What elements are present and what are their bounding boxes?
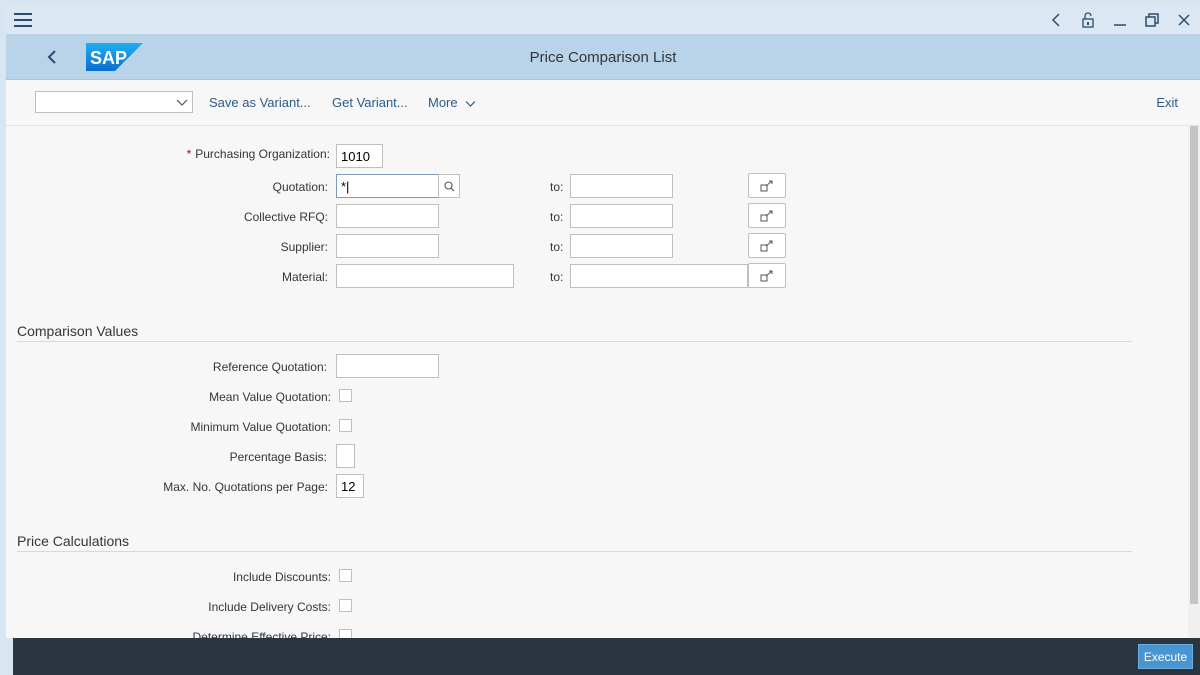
more-label: More: [428, 95, 458, 110]
quotation-from-input[interactable]: *|: [336, 174, 439, 198]
mean-value-quotation-label: Mean Value Quotation:: [209, 390, 331, 404]
multiple-selection-icon: [760, 240, 773, 251]
collective-rfq-to-label: to:: [550, 210, 564, 224]
scrollbar-thumb[interactable]: [1190, 126, 1198, 604]
include-discounts-checkbox[interactable]: [339, 569, 352, 582]
window-controls: [1040, 6, 1200, 34]
collective-rfq-label: Collective RFQ:: [243, 210, 328, 224]
material-to-label: to:: [550, 270, 564, 284]
purch-org-input[interactable]: 1010: [336, 144, 383, 168]
max-quotations-input[interactable]: 12: [336, 474, 364, 498]
comparison-values-heading: Comparison Values: [17, 323, 139, 339]
supplier-to-input[interactable]: [570, 234, 673, 258]
percentage-basis-input[interactable]: [336, 444, 355, 468]
reference-quotation-label: Reference Quotation:: [212, 360, 327, 374]
quotation-label: Quotation:: [272, 180, 328, 194]
price-calculations-heading: Price Calculations: [17, 533, 130, 549]
shell-header: SAP Price Comparison List: [6, 34, 1200, 80]
supplier-to-label: to:: [550, 240, 564, 254]
material-multiple-selection-button[interactable]: [748, 263, 786, 288]
close-icon[interactable]: [1168, 6, 1200, 34]
percentage-basis-label: Percentage Basis:: [229, 450, 327, 464]
supplier-multiple-selection-button[interactable]: [748, 233, 786, 258]
include-delivery-costs-checkbox[interactable]: [339, 599, 352, 612]
execute-button[interactable]: Execute: [1138, 644, 1193, 669]
more-menu-button[interactable]: More: [428, 95, 476, 110]
minimum-value-quotation-checkbox[interactable]: [339, 419, 352, 432]
reference-quotation-input[interactable]: [336, 354, 439, 378]
material-to-input[interactable]: [570, 264, 748, 288]
collective-rfq-from-input[interactable]: [336, 204, 439, 228]
minimize-icon[interactable]: [1104, 6, 1136, 34]
max-quotations-label: Max. No. Quotations per Page:: [163, 480, 328, 494]
material-from-input[interactable]: [336, 264, 514, 288]
effective-price-checkbox[interactable]: [339, 629, 352, 638]
section-divider: [17, 551, 1132, 552]
hamburger-menu-icon[interactable]: [14, 12, 32, 28]
value-help-button[interactable]: [438, 174, 460, 198]
quotation-multiple-selection-button[interactable]: [748, 173, 786, 198]
footer-bar: Execute: [13, 638, 1200, 675]
include-discounts-label: Include Discounts:: [232, 570, 331, 584]
restore-icon[interactable]: [1136, 6, 1168, 34]
page-title: Price Comparison List: [529, 49, 677, 66]
multiple-selection-icon: [760, 270, 773, 281]
selection-screen: * Purchasing Organization: 1010 Quotation…: [6, 126, 1188, 638]
multiple-selection-icon: [760, 180, 773, 191]
purch-org-label: * Purchasing Organization:: [186, 147, 330, 161]
get-variant-button[interactable]: Get Variant...: [332, 95, 408, 110]
quotation-to-input[interactable]: [570, 174, 673, 198]
material-label: Material:: [281, 270, 328, 284]
window-titlebar: [6, 6, 1200, 34]
supplier-label: Supplier:: [280, 240, 328, 254]
exit-button[interactable]: Exit: [1156, 95, 1178, 110]
effective-price-label: Determine Effective Price:: [192, 630, 332, 638]
unlock-icon[interactable]: [1072, 6, 1104, 34]
chevron-down-icon: [465, 100, 476, 107]
save-as-variant-button[interactable]: Save as Variant...: [209, 95, 311, 110]
mean-value-quotation-checkbox[interactable]: [339, 389, 352, 402]
collective-rfq-multiple-selection-button[interactable]: [748, 203, 786, 228]
chevron-left-icon[interactable]: [1040, 6, 1072, 34]
minimum-value-quotation-label: Minimum Value Quotation:: [190, 420, 331, 434]
include-delivery-costs-label: Include Delivery Costs:: [208, 600, 331, 614]
search-icon: [443, 180, 454, 191]
multiple-selection-icon: [760, 210, 773, 221]
section-divider: [17, 341, 1132, 342]
toolbar: Save as Variant... Get Variant... More E…: [6, 80, 1200, 126]
supplier-from-input[interactable]: [336, 234, 439, 258]
variant-select[interactable]: [35, 91, 193, 113]
collective-rfq-to-input[interactable]: [570, 204, 673, 228]
required-indicator: *: [186, 147, 192, 161]
chevron-down-icon: [176, 99, 188, 106]
vertical-scrollbar[interactable]: [1188, 126, 1200, 638]
quotation-to-label: to:: [550, 180, 564, 194]
